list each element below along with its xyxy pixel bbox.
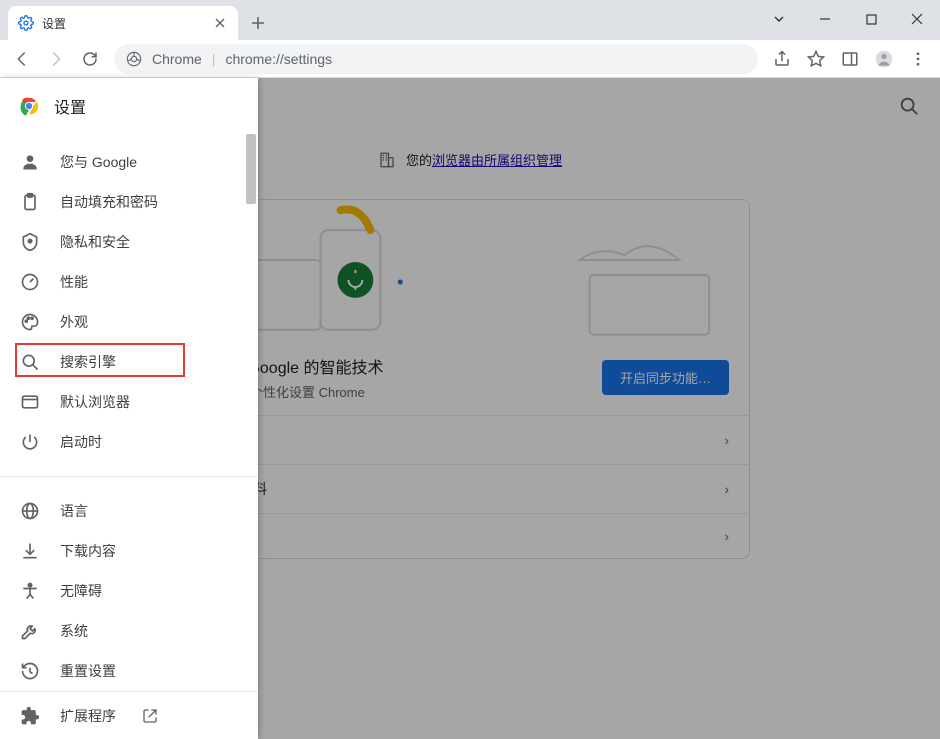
window-titlebar: 设置	[0, 0, 940, 40]
sidebar-item-label: 隐私和安全	[60, 232, 130, 252]
bookmark-star-icon[interactable]	[800, 43, 832, 75]
accessibility-icon	[20, 581, 40, 601]
sidebar-item-label: 外观	[60, 312, 88, 332]
drawer-scrollbar[interactable]	[244, 134, 258, 691]
sidebar-item-label: 搜索引擎	[60, 352, 116, 372]
sidebar-item-restore[interactable]: 重置设置	[0, 651, 258, 691]
gear-icon	[18, 15, 34, 31]
palette-icon	[20, 312, 40, 332]
sidebar-item-wrench[interactable]: 系统	[0, 611, 258, 651]
download-icon	[20, 541, 40, 561]
sidebar-item-power[interactable]: 启动时	[0, 422, 258, 462]
chrome-logo-icon	[18, 95, 40, 117]
person-icon	[20, 152, 40, 172]
restore-icon	[20, 661, 40, 681]
sidebar-item-label: 默认浏览器	[60, 392, 130, 412]
settings-drawer: 设置 您与 Google 自动填充和密码隐私和安全性能外观搜索引擎默认浏览器启动时…	[0, 78, 258, 739]
search-icon	[20, 352, 40, 372]
sidebar-item-accessibility[interactable]: 无障碍	[0, 571, 258, 611]
divider	[0, 476, 258, 477]
sidebar-item-label: 性能	[60, 272, 88, 292]
sidebar-item-label: 启动时	[60, 432, 102, 452]
drawer-header: 设置	[0, 78, 258, 134]
nav-back-button[interactable]	[6, 43, 38, 75]
new-tab-button[interactable]	[244, 9, 272, 37]
address-url: chrome://settings	[225, 51, 332, 67]
sidebar-item-label: 语言	[60, 501, 88, 521]
sidebar-item-person[interactable]: 您与 Google	[0, 142, 258, 182]
power-icon	[20, 432, 40, 452]
open-external-icon	[142, 708, 158, 724]
close-tab-icon[interactable]	[212, 15, 228, 31]
tab-search-icon[interactable]	[756, 0, 802, 38]
profile-avatar-icon[interactable]	[868, 43, 900, 75]
browser-toolbar: Chrome | chrome://settings	[0, 40, 940, 78]
sidebar-item-label: 系统	[60, 621, 88, 641]
share-icon[interactable]	[766, 43, 798, 75]
globe-icon	[20, 501, 40, 521]
window-close[interactable]	[894, 0, 940, 38]
drawer-scroll[interactable]: 您与 Google 自动填充和密码隐私和安全性能外观搜索引擎默认浏览器启动时 语言…	[0, 134, 258, 691]
sidebar-item-search[interactable]: 搜索引擎	[0, 342, 258, 382]
address-scheme-label: Chrome	[152, 51, 202, 67]
sidebar-item-label: 无障碍	[60, 581, 102, 601]
sidebar-item-browser[interactable]: 默认浏览器	[0, 382, 258, 422]
sidebar-item-label: 重置设置	[60, 661, 116, 681]
chrome-icon	[126, 51, 142, 67]
sidebar-item-download[interactable]: 下载内容	[0, 531, 258, 571]
sidebar-item-shield[interactable]: 隐私和安全	[0, 222, 258, 262]
nav-reload-button[interactable]	[74, 43, 106, 75]
tab-title: 设置	[42, 15, 66, 32]
sidebar-item-globe[interactable]: 语言	[0, 491, 258, 531]
extensions-row[interactable]: 扩展程序	[0, 691, 258, 739]
window-minimize[interactable]	[802, 0, 848, 38]
sidebar-item-gauge[interactable]: 性能	[0, 262, 258, 302]
sidebar-item-label: 您与 Google	[60, 152, 137, 172]
nav-forward-button[interactable]	[40, 43, 72, 75]
drawer-title: 设置	[54, 94, 86, 118]
content-area: 您的浏览器由所属组织管理 畅享 Google 的智能技术	[0, 78, 940, 739]
sidebar-item-palette[interactable]: 外观	[0, 302, 258, 342]
window-controls	[756, 0, 940, 38]
clipboard-icon	[20, 192, 40, 212]
menu-dots-icon[interactable]	[902, 43, 934, 75]
extensions-label: 扩展程序	[60, 706, 116, 726]
gauge-icon	[20, 272, 40, 292]
shield-icon	[20, 232, 40, 252]
wrench-icon	[20, 621, 40, 641]
window-maximize[interactable]	[848, 0, 894, 38]
browser-icon	[20, 392, 40, 412]
address-separator: |	[212, 51, 216, 67]
browser-tab[interactable]: 设置	[8, 6, 238, 40]
address-bar[interactable]: Chrome | chrome://settings	[114, 44, 758, 74]
sidebar-item-label: 自动填充和密码	[60, 192, 158, 212]
extension-icon	[20, 706, 40, 726]
sidebar-item-label: 下载内容	[60, 541, 116, 561]
side-panel-icon[interactable]	[834, 43, 866, 75]
sidebar-item-clipboard[interactable]: 自动填充和密码	[0, 182, 258, 222]
